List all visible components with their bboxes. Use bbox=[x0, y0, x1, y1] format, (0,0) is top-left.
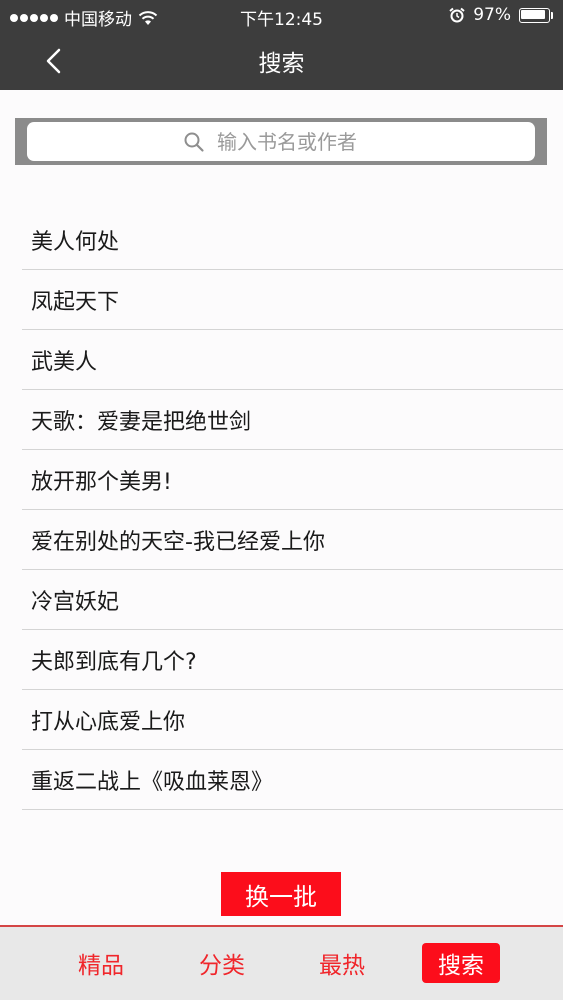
nav-bar: 搜索 bbox=[0, 32, 563, 90]
battery-icon bbox=[519, 7, 553, 23]
tab-categories[interactable]: 分类 bbox=[195, 943, 249, 983]
list-item[interactable]: 武美人 bbox=[22, 330, 563, 390]
list-item[interactable]: 打从心底爱上你 bbox=[22, 690, 563, 750]
battery-tip bbox=[551, 11, 553, 19]
tab-bar: 精品 分类 最热 搜索 bbox=[0, 925, 563, 1000]
refresh-batch-button[interactable]: 换一批 bbox=[221, 872, 341, 916]
list-item[interactable]: 放开那个美男! bbox=[22, 450, 563, 510]
status-right: 97% bbox=[449, 5, 553, 25]
top-bar: 中国移动 下午12:45 97% 搜索 bbox=[0, 0, 563, 90]
search-icon bbox=[184, 132, 204, 152]
list-item[interactable]: 重返二战上《吸血莱恩》 bbox=[22, 750, 563, 810]
page-title: 搜索 bbox=[258, 51, 305, 77]
list-item[interactable]: 凤起天下 bbox=[22, 270, 563, 330]
search-input[interactable] bbox=[215, 128, 379, 155]
alarm-icon bbox=[449, 7, 465, 23]
search-box[interactable] bbox=[27, 122, 535, 161]
tab-hottest[interactable]: 最热 bbox=[315, 943, 369, 983]
list-item[interactable]: 美人何处 bbox=[22, 210, 563, 270]
list-item[interactable]: 爱在别处的天空-我已经爱上你 bbox=[22, 510, 563, 570]
book-list: 美人何处 凤起天下 武美人 天歌：爱妻是把绝世剑 放开那个美男! 爱在别处的天空… bbox=[22, 210, 563, 810]
list-item[interactable]: 夫郎到底有几个? bbox=[22, 630, 563, 690]
battery-percentage: 97% bbox=[473, 5, 511, 25]
tab-featured[interactable]: 精品 bbox=[74, 943, 128, 983]
list-item[interactable]: 冷宫妖妃 bbox=[22, 570, 563, 630]
list-item[interactable]: 天歌：爱妻是把绝世剑 bbox=[22, 390, 563, 450]
status-bar: 中国移动 下午12:45 97% bbox=[0, 0, 563, 32]
tab-search[interactable]: 搜索 bbox=[422, 943, 500, 983]
search-bar bbox=[15, 118, 547, 165]
battery-fill bbox=[521, 9, 546, 19]
